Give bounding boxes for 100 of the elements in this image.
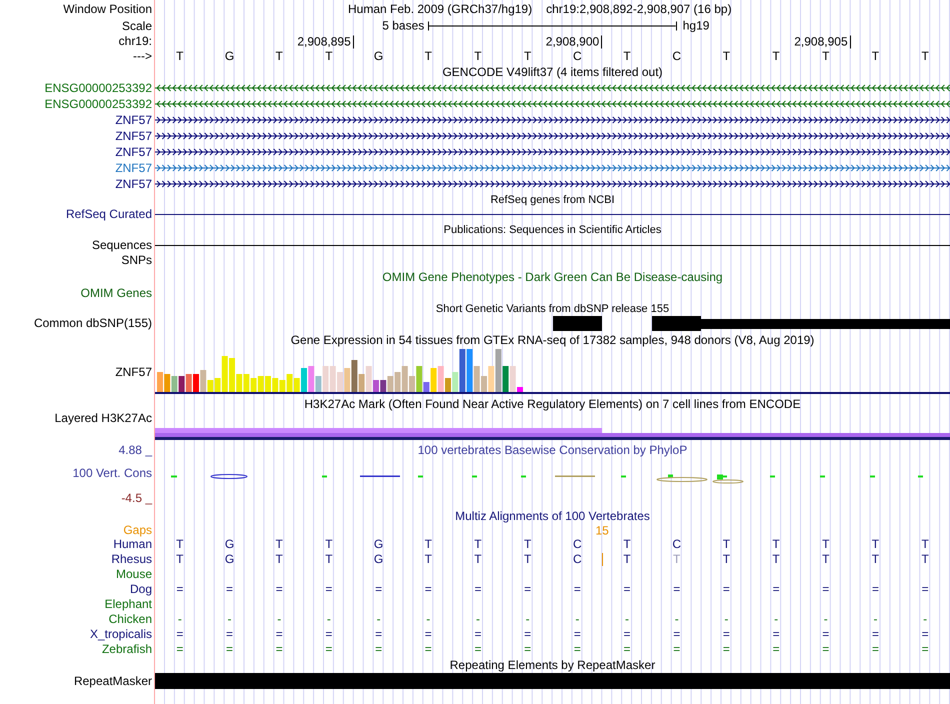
alignment-base: = (574, 628, 581, 641)
alignment-base: = (624, 643, 631, 656)
alignment-base: T (772, 553, 780, 566)
alignment-base: = (325, 628, 332, 641)
species-label[interactable]: Zebrafish (102, 643, 152, 656)
alignment-base: = (722, 628, 730, 641)
alignment-base: = (474, 583, 482, 596)
alignment-base: = (524, 583, 532, 596)
alignment-base: = (375, 628, 382, 641)
alignment-base: = (524, 628, 532, 641)
track-label[interactable]: RepeatMasker (74, 674, 152, 688)
alignment-base: T (276, 538, 283, 551)
alignment-base: - (724, 613, 728, 626)
gene-feature[interactable] (155, 99, 950, 109)
alignment-base: T (722, 538, 730, 551)
gene-label[interactable]: ENSG00000253392 (44, 82, 152, 94)
species-label[interactable]: Elephant (104, 598, 152, 611)
alignment-base: T (176, 538, 184, 551)
assembly-title: Human Feb. 2009 (GRCh37/hg19) (348, 2, 532, 16)
alignment-base: T (822, 538, 830, 551)
alignment-base: T (673, 553, 680, 566)
track-label[interactable]: Layered H3K27Ac (54, 412, 152, 425)
alignment-base: = (624, 628, 631, 641)
species-label[interactable]: Human (113, 538, 152, 551)
gene-label[interactable]: ZNF57 (115, 146, 152, 158)
alignment-base: - (774, 613, 778, 626)
track-title: Multiz Alignments of 100 Vertebrates (455, 508, 650, 522)
alignment-base: = (772, 628, 780, 641)
alignment-base: G (374, 538, 384, 551)
alignment-base: T (921, 553, 929, 566)
track-label: Window Position (63, 2, 152, 16)
track-label[interactable]: RefSeq Curated (66, 208, 152, 221)
track-label: chr19: (118, 35, 152, 48)
alignment-base: G (224, 538, 234, 551)
track-label[interactable]: Common dbSNP(155) (34, 317, 152, 330)
axis-max-label: 4.88 _ (118, 444, 152, 456)
track-title: Repeating Elements by RepeatMasker (450, 658, 656, 672)
gap-count: 15 (596, 524, 609, 537)
alignment-base: = (176, 583, 184, 596)
gene-label[interactable]: ENSG00000253392 (44, 98, 152, 110)
alignment-base: - (277, 613, 282, 626)
alignment-base: = (276, 628, 283, 641)
gene-label[interactable]: ZNF57 (115, 130, 152, 142)
alignment-base: = (772, 643, 780, 656)
gene-feature[interactable] (155, 179, 950, 189)
alignment-base: - (326, 613, 331, 626)
alignment-base: = (276, 643, 283, 656)
species-label[interactable]: Chicken (108, 613, 152, 626)
alignment-base: - (873, 613, 878, 626)
alignment-base: T (524, 538, 532, 551)
alignment-base: T (623, 553, 631, 566)
alignment-base: C (573, 538, 582, 551)
alignment-base: = (822, 643, 830, 656)
track-title: GENCODE V49lift37 (4 items filtered out) (442, 65, 663, 79)
assembly-label: hg19 (682, 20, 710, 32)
alignment-base: - (674, 613, 679, 626)
alignment-base: T (822, 553, 830, 566)
alignment-base: = (772, 583, 780, 596)
base-letter: T (325, 50, 333, 63)
gene-label[interactable]: ZNF57 (115, 114, 152, 126)
alignment-base: T (772, 538, 780, 551)
gene-label[interactable]: ZNF57 (115, 366, 152, 378)
alignment-base: = (673, 628, 680, 641)
species-label[interactable]: X_tropicalis (90, 628, 152, 641)
alignment-base: T (872, 553, 880, 566)
alignment-base: T (524, 553, 532, 566)
species-label[interactable]: Dog (130, 583, 152, 596)
gene-feature[interactable] (155, 115, 950, 125)
alignment-base: = (922, 583, 929, 596)
track-label[interactable]: Sequences (92, 238, 152, 252)
species-label[interactable]: Mouse (116, 568, 152, 581)
gene-feature[interactable] (155, 83, 950, 93)
alignment-base: = (375, 583, 382, 596)
alignment-base: - (476, 613, 480, 626)
alignment-base: = (722, 643, 730, 656)
track-title: Publications: Sequences in Scientific Articles (444, 223, 662, 237)
strand-label: ---> (133, 50, 152, 63)
track-label[interactable]: OMIM Genes (80, 287, 152, 300)
scale-text: 5 bases (382, 20, 424, 32)
axis-min-label: -4.5 _ (121, 492, 152, 505)
gene-label[interactable]: ZNF57 (115, 178, 152, 190)
alignment-base: T (623, 538, 631, 551)
alignment-base: C (672, 538, 682, 551)
track-label[interactable]: SNPs (121, 254, 152, 266)
gene-label[interactable]: ZNF57 (115, 162, 152, 174)
alignment-base: T (424, 553, 432, 566)
alignment-base: T (872, 538, 880, 551)
species-label[interactable]: Rhesus (111, 553, 152, 566)
alignment-base: = (872, 583, 879, 596)
alignment-base: - (228, 613, 232, 626)
alignment-base: = (424, 628, 432, 641)
coordinate-tick-label: 2,908,905 (794, 35, 851, 48)
alignment-base: = (673, 583, 680, 596)
track-label[interactable]: 100 Vert. Cons (72, 467, 152, 480)
base-letter: T (872, 50, 880, 63)
track-title: 100 vertebrates Basewise Conservation by PhyloP (418, 443, 688, 457)
gene-feature[interactable] (155, 131, 950, 141)
alignment-base: G (224, 553, 234, 566)
alignment-base: C (573, 553, 582, 566)
gene-feature[interactable] (155, 147, 950, 157)
